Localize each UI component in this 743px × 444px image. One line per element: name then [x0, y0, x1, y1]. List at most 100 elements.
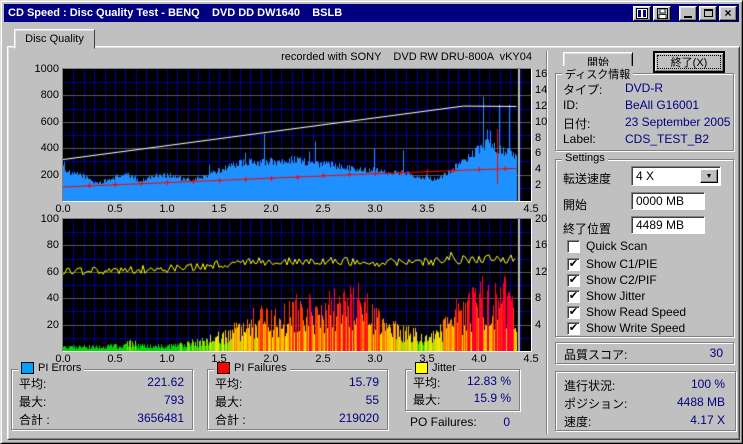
disc-date-label: 日付:	[563, 117, 591, 131]
save-icon-glyph	[656, 7, 668, 19]
start-pos-field[interactable]: 0000 MB	[631, 192, 705, 210]
axis-tick-label: 1.0	[159, 353, 175, 365]
checkbox-show-c2-pif[interactable]: ✔ Show C2/PIF	[567, 273, 657, 287]
axis-tick-label: 14	[535, 84, 548, 97]
axis-tick-label: 1.5	[211, 353, 227, 365]
checkbox-quick-scan[interactable]: Quick Scan	[567, 239, 647, 253]
speed-select[interactable]: 4 X ▼	[631, 166, 721, 186]
pi-failures-total-row: 合計 :219020	[215, 411, 379, 427]
checkbox-show-read-speed[interactable]: ✔ Show Read Speed	[567, 305, 686, 319]
axis-tick-label: 2.0	[263, 353, 279, 365]
save-icon[interactable]	[653, 5, 671, 21]
window-title: CD Speed : Disc Quality Test - BENQ DVD …	[8, 7, 343, 19]
axis-tick-label: 20	[46, 318, 59, 331]
checkbox-show-jitter[interactable]: ✔ Show Jitter	[567, 289, 645, 303]
report-icon-glyph	[636, 7, 648, 19]
axis-tick-label: 0.5	[107, 353, 123, 365]
disc-type-label: タイプ:	[563, 83, 603, 97]
progress-box: 進行状況: 100 % ポジション: 4488 MB 速度: 4.17 X	[555, 371, 736, 431]
axis-tick-label: 2	[535, 179, 542, 192]
quality-score-box: 品質スコア: 30	[555, 342, 734, 364]
axis-tick-label: 4.0	[471, 203, 487, 215]
axis-tick-label: 10	[535, 115, 548, 128]
axis-tick-label: 1.5	[211, 203, 227, 215]
disc-info-legend: ディスク情報	[562, 66, 634, 82]
axis-tick-label: 3.0	[367, 353, 383, 365]
minimize-icon[interactable]	[679, 5, 697, 21]
axis-tick-label: 400	[40, 142, 59, 155]
axis-tick-label: 4.5	[523, 353, 539, 365]
pi-errors-avg-row: 平均: 221.62	[19, 375, 184, 391]
disc-id-value: BeAll G16001	[625, 98, 700, 112]
axis-tick-label: 12	[535, 99, 548, 112]
axis-tick-label: 200	[40, 168, 59, 181]
axis-tick-label: 60	[46, 265, 59, 278]
axis-tick-label: 4.0	[471, 353, 487, 365]
axis-tick-label: 2.5	[315, 203, 331, 215]
axis-tick-label: 100	[40, 213, 59, 225]
pi-failures-stats-box: PI Failures 平均: 15.79 最大: 55 合計 :219020	[207, 362, 388, 430]
disc-date-value: 23 September 2005	[625, 115, 731, 129]
axis-tick-label: 2.5	[315, 353, 331, 365]
axis-tick-label: 2.0	[263, 203, 279, 215]
quality-score-label: 品質スコア:	[564, 348, 628, 362]
cd-speed-window: CD Speed : Disc Quality Test - BENQ DVD …	[0, 0, 743, 444]
pi-errors-total-row: 合計 :3656481	[19, 411, 184, 427]
jitter-stats-box: Jitter 平均: 12.83 % 最大: 15.9 %	[405, 362, 520, 411]
axis-tick-label: 1000	[34, 63, 59, 75]
axis-tick-label: 80	[46, 239, 59, 252]
axis-tick-label: 3.5	[419, 203, 435, 215]
pi-errors-swatch	[21, 362, 34, 374]
disc-label-value: CDS_TEST_B2	[625, 132, 710, 146]
disc-id-label: ID:	[563, 98, 579, 112]
speed-row: 速度: 4.17 X	[564, 413, 725, 429]
axis-tick-label: 8	[535, 292, 542, 305]
end-pos-label: 終了位置	[563, 222, 612, 236]
axis-tick-label: 20	[535, 213, 548, 225]
start-pos-label: 開始	[563, 198, 588, 212]
axis-tick-label: 0.5	[107, 203, 123, 215]
disc-type-value: DVD-R	[625, 81, 663, 95]
pi-failures-legend: PI Failures	[234, 362, 287, 374]
top-chart-frame	[62, 68, 532, 202]
axis-tick-label: 3.5	[419, 353, 435, 365]
pi-errors-stats-box: PI Errors 平均: 221.62 最大: 793 合計 :3656481	[11, 362, 193, 430]
pi-errors-max-row: 最大: 793	[19, 393, 184, 409]
speed-label: 転送速度	[563, 172, 612, 186]
jitter-avg-row: 平均: 12.83 %	[413, 374, 511, 390]
pi-failures-max-row: 最大: 55	[215, 393, 379, 409]
report-icon[interactable]	[633, 5, 651, 21]
axis-tick-label: 16	[535, 239, 548, 252]
axis-tick-label: 12	[535, 265, 548, 278]
progress-row: 進行状況: 100 %	[564, 377, 725, 393]
exit-button[interactable]: 終了(X)	[653, 51, 725, 73]
titlebar-buttons: ×	[631, 5, 737, 21]
tab-label: Disc Quality	[25, 33, 84, 45]
axis-tick-label: 16	[535, 68, 548, 81]
axis-tick-label: 4	[535, 163, 542, 176]
axis-tick-label: 4	[535, 318, 542, 331]
checkbox-show-c1-pie[interactable]: ✔ Show C1/PIE	[567, 257, 657, 271]
end-pos-field[interactable]: 4489 MB	[631, 216, 705, 234]
axis-tick-label: 40	[46, 292, 59, 305]
maximize-icon[interactable]	[699, 5, 717, 21]
quality-score-value: 30	[709, 346, 723, 360]
axis-tick-label: 0.0	[55, 353, 71, 365]
pi-errors-speed-chart	[63, 69, 531, 201]
settings-legend: Settings	[562, 152, 608, 164]
axis-tick-label: 600	[40, 115, 59, 128]
jitter-max-row: 最大: 15.9 %	[413, 391, 511, 407]
tab-disc-quality[interactable]: Disc Quality	[14, 29, 95, 49]
chevron-down-icon[interactable]: ▼	[700, 169, 718, 183]
axis-tick-label: 1.0	[159, 203, 175, 215]
bottom-chart-frame	[62, 218, 532, 352]
pi-failures-avg-row: 平均: 15.79	[215, 375, 379, 391]
axis-tick-label: 3.0	[367, 203, 383, 215]
axis-tick-label: 8	[535, 131, 542, 144]
jitter-legend: Jitter	[432, 362, 456, 374]
recorded-note: recorded with SONY DVD RW DRU-800A vKY04	[281, 51, 532, 63]
checkbox-show-write-speed[interactable]: ✔ Show Write Speed	[567, 321, 685, 335]
titlebar: CD Speed : Disc Quality Test - BENQ DVD …	[4, 4, 739, 22]
disc-label-label: Label:	[563, 132, 596, 146]
close-icon[interactable]: ×	[719, 5, 737, 21]
